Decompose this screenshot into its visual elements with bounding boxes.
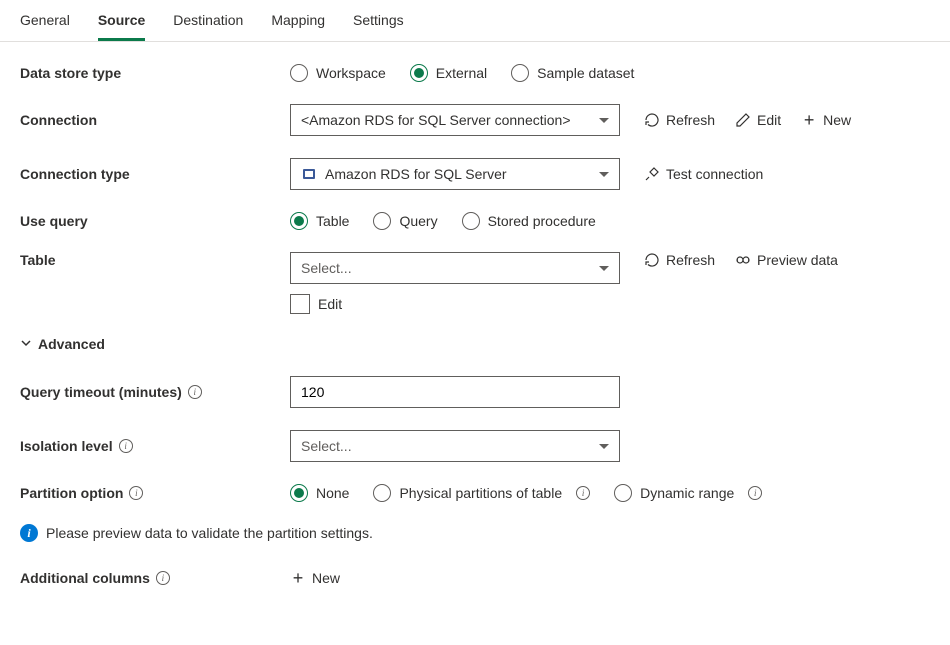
radio-label: Workspace [316, 65, 386, 81]
tab-source[interactable]: Source [98, 12, 145, 41]
label-connection: Connection [20, 112, 290, 128]
info-icon[interactable]: i [119, 439, 133, 453]
label-use-query: Use query [20, 213, 290, 229]
tab-bar: General Source Destination Mapping Setti… [0, 0, 950, 42]
radio-query[interactable]: Query [373, 212, 437, 230]
preview-data-button[interactable]: Preview data [735, 252, 838, 268]
table-edit-checkbox[interactable] [290, 294, 310, 314]
use-query-radiogroup: Table Query Stored procedure [290, 212, 596, 230]
action-label: Preview data [757, 252, 838, 268]
refresh-icon [644, 252, 660, 268]
radio-label: Table [316, 213, 349, 229]
label-data-store-type: Data store type [20, 65, 290, 81]
label-query-timeout: Query timeout (minutes) i [20, 384, 290, 400]
edit-icon [735, 112, 751, 128]
info-icon[interactable]: i [188, 385, 202, 399]
radio-label: None [316, 485, 349, 501]
aws-rds-icon [301, 166, 317, 182]
action-label: Edit [757, 112, 781, 128]
tab-destination[interactable]: Destination [173, 12, 243, 41]
radio-workspace[interactable]: Workspace [290, 64, 386, 82]
new-additional-column-button[interactable]: + New [290, 570, 340, 586]
plus-icon: + [801, 112, 817, 128]
connection-dropdown[interactable]: <Amazon RDS for SQL Server connection> [290, 104, 620, 136]
info-text: Please preview data to validate the part… [46, 525, 373, 541]
edit-connection-button[interactable]: Edit [735, 112, 781, 128]
label-connection-type: Connection type [20, 166, 290, 182]
label-isolation-level: Isolation level i [20, 438, 290, 454]
refresh-connection-button[interactable]: Refresh [644, 112, 715, 128]
tab-mapping[interactable]: Mapping [271, 12, 325, 41]
radio-label: Dynamic range [640, 485, 734, 501]
refresh-table-button[interactable]: Refresh [644, 252, 715, 268]
tab-settings[interactable]: Settings [353, 12, 404, 41]
radio-label: Physical partitions of table [399, 485, 562, 501]
action-label: New [823, 112, 851, 128]
action-label: Refresh [666, 252, 715, 268]
info-icon[interactable]: i [748, 486, 762, 500]
info-badge-icon: i [20, 524, 38, 542]
dropdown-value: Amazon RDS for SQL Server [325, 166, 507, 182]
radio-label: External [436, 65, 487, 81]
partition-option-radiogroup: None Physical partitions of table i Dynam… [290, 484, 762, 502]
table-dropdown[interactable]: Select... [290, 252, 620, 284]
info-icon[interactable]: i [129, 486, 143, 500]
radio-label: Stored procedure [488, 213, 596, 229]
isolation-level-dropdown[interactable]: Select... [290, 430, 620, 462]
data-store-type-radiogroup: Workspace External Sample dataset [290, 64, 634, 82]
radio-dynamic-range[interactable]: Dynamic range i [614, 484, 762, 502]
plus-icon: + [290, 570, 306, 586]
dropdown-placeholder: Select... [301, 438, 352, 454]
label-additional-columns: Additional columns i [20, 570, 290, 586]
radio-physical-partitions[interactable]: Physical partitions of table i [373, 484, 590, 502]
radio-label: Sample dataset [537, 65, 634, 81]
test-connection-button[interactable]: Test connection [644, 166, 763, 182]
advanced-toggle[interactable]: Advanced [20, 336, 930, 352]
partition-info-message: i Please preview data to validate the pa… [20, 524, 930, 542]
radio-table[interactable]: Table [290, 212, 349, 230]
dropdown-value: <Amazon RDS for SQL Server connection> [301, 112, 571, 128]
preview-icon [735, 252, 751, 268]
connection-type-dropdown[interactable]: Amazon RDS for SQL Server [290, 158, 620, 190]
action-label: Test connection [666, 166, 763, 182]
advanced-label: Advanced [38, 336, 105, 352]
refresh-icon [644, 112, 660, 128]
label-partition-option: Partition option i [20, 485, 290, 501]
radio-label: Query [399, 213, 437, 229]
label-table: Table [20, 252, 290, 268]
radio-none[interactable]: None [290, 484, 349, 502]
radio-sample-dataset[interactable]: Sample dataset [511, 64, 634, 82]
checkbox-label: Edit [318, 296, 342, 312]
chevron-down-icon [20, 336, 32, 352]
radio-external[interactable]: External [410, 64, 487, 82]
test-connection-icon [644, 166, 660, 182]
action-label: New [312, 570, 340, 586]
dropdown-placeholder: Select... [301, 260, 352, 276]
action-label: Refresh [666, 112, 715, 128]
query-timeout-input[interactable] [290, 376, 620, 408]
new-connection-button[interactable]: + New [801, 112, 851, 128]
radio-stored-procedure[interactable]: Stored procedure [462, 212, 596, 230]
tab-general[interactable]: General [20, 12, 70, 41]
info-icon[interactable]: i [576, 486, 590, 500]
info-icon[interactable]: i [156, 571, 170, 585]
